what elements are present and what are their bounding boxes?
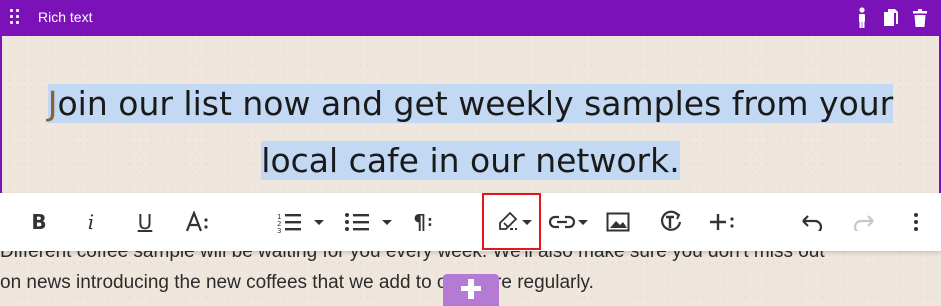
undo-button[interactable] (797, 205, 827, 239)
paragraph-format-button[interactable]: ¶ : (408, 205, 438, 239)
headline[interactable]: Join our list now and get weekly samples… (0, 75, 941, 189)
underline-button[interactable]: U (131, 205, 159, 239)
italic-icon: i (87, 210, 95, 234)
underline-icon: U (137, 210, 153, 234)
drag-handle-icon[interactable] (10, 9, 22, 27)
image-button[interactable] (604, 205, 632, 239)
add-block-button[interactable] (443, 274, 499, 306)
redo-button[interactable] (849, 205, 879, 239)
undo-icon (802, 215, 823, 231)
more-options-button[interactable] (906, 205, 926, 239)
text-transform-button[interactable] (656, 205, 686, 239)
headline-line-2: local cafe in our network. (261, 141, 680, 180)
formatting-toolbar: B i U 123 ¶ : (0, 193, 941, 251)
block-header-bar: Rich text (0, 0, 941, 36)
text-transform-icon (660, 210, 682, 231)
trash-icon[interactable] (912, 7, 928, 29)
svg-text:3: 3 (277, 227, 281, 233)
ordered-list-icon: 123 (277, 213, 301, 233)
font-size-icon (185, 211, 208, 232)
highlight-outline (482, 193, 541, 250)
image-icon (606, 212, 630, 232)
chevron-down-icon (314, 219, 324, 225)
link-icon (548, 215, 576, 229)
link-button[interactable] (547, 205, 589, 239)
more-vertical-icon (914, 213, 918, 231)
bullet-list-icon (345, 213, 369, 231)
bold-button[interactable]: B (26, 205, 52, 239)
chevron-down-icon (382, 219, 392, 225)
block-title: Rich text (38, 9, 93, 25)
bold-icon: B (31, 210, 47, 234)
insert-more-button[interactable] (707, 205, 737, 239)
plus-more-icon (710, 214, 734, 230)
bullet-list-button[interactable] (340, 205, 396, 239)
redo-icon (853, 215, 874, 231)
chevron-down-icon (578, 219, 588, 225)
italic-button[interactable]: i (78, 205, 104, 239)
figure-icon[interactable] (856, 7, 868, 29)
paragraph-icon: ¶ (413, 210, 427, 234)
headline-line-1: oin our list now and get weekly samples … (57, 84, 894, 123)
ordered-list-button[interactable]: 123 (272, 205, 328, 239)
copy-icon[interactable] (883, 7, 899, 29)
font-size-button[interactable] (184, 205, 212, 239)
